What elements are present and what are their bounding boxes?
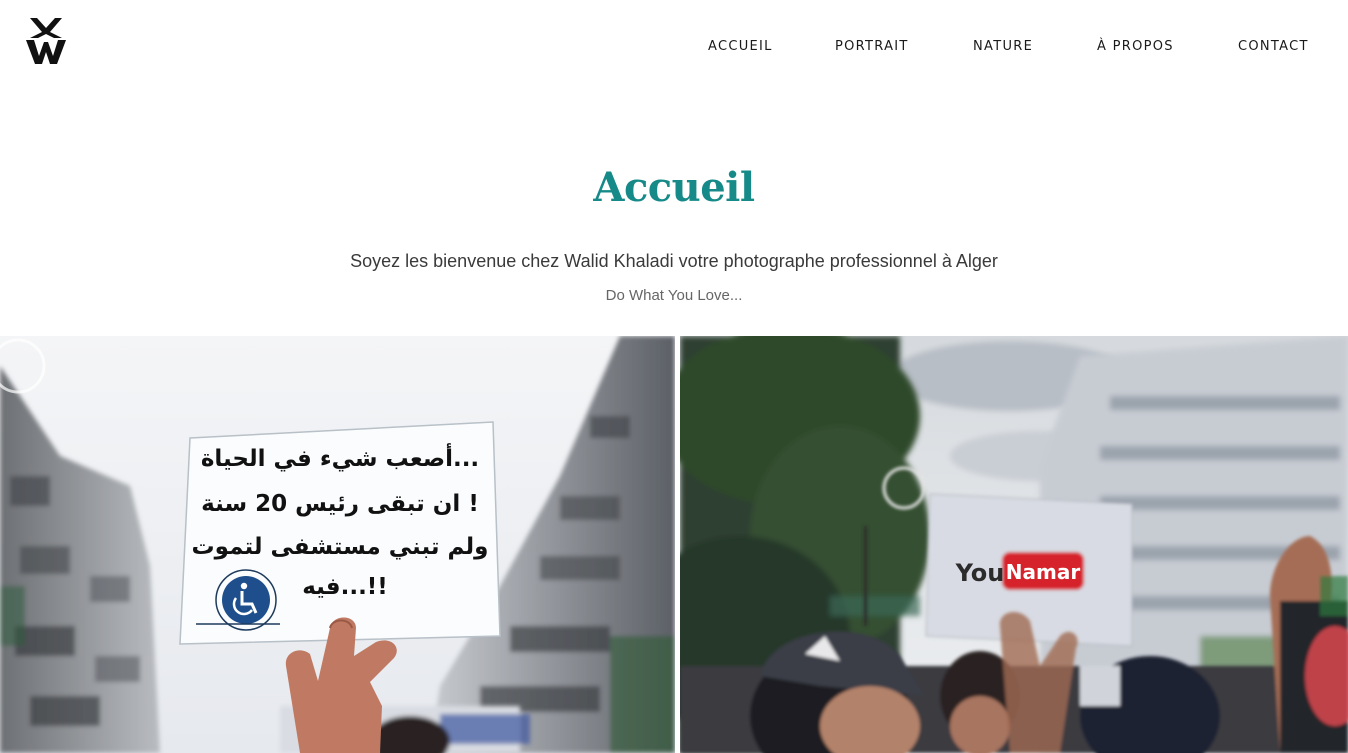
sign-you-text: You [955,559,1005,587]
main-nav: ACCUEIL PORTRAIT NATURE À PROPOS CONTACT [0,36,1348,60]
site-header: ACCUEIL PORTRAIT NATURE À PROPOS CONTACT [0,0,1348,96]
gallery-photo-youtube-sign[interactable]: You Namar [680,336,1348,753]
nav-portrait[interactable]: PORTRAIT [835,39,909,54]
sign-line-3: ولم تبني مستشفى لتموت [192,534,489,560]
nav-contact[interactable]: CONTACT [1238,39,1309,54]
welcome-text: Soyez les bienvenue chez Walid Khaladi v… [350,251,998,271]
sign-brand-text: Namar [1006,560,1081,584]
nav-a-propos[interactable]: À PROPOS [1097,39,1174,54]
nav-accueil[interactable]: ACCUEIL [708,39,773,54]
sign-line-4: فيه...!! [302,574,388,600]
page-title: Accueil [593,164,755,211]
photo-gallery: أصعب شيء في الحياة... ان تبقى رئيس 20 سن… [0,336,1348,753]
tagline: Do What You Love... [605,287,743,304]
gallery-photo-protest-sign[interactable]: أصعب شيء في الحياة... ان تبقى رئيس 20 سن… [0,336,675,753]
sign-line-1: أصعب شيء في الحياة... [201,442,479,472]
sign-line-2: ان تبقى رئيس 20 سنة ! [201,491,479,517]
nav-nature[interactable]: NATURE [973,39,1033,54]
